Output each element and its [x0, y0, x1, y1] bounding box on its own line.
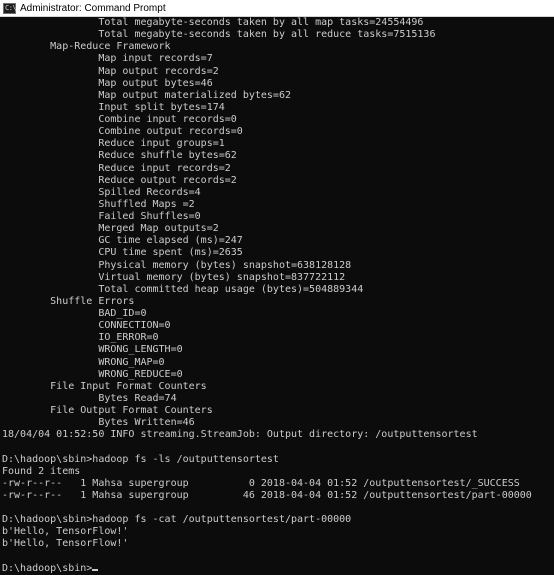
console-line: Input split bytes=174	[2, 101, 225, 113]
console-line: Total committed heap usage (bytes)=50488…	[2, 283, 364, 295]
console-line: Physical memory (bytes) snapshot=6381281…	[2, 259, 352, 271]
console-line: Total megabyte-seconds taken by all redu…	[2, 29, 436, 41]
console-line: CPU time spent (ms)=2635	[2, 247, 243, 259]
console-line: Map-Reduce Framework	[2, 41, 171, 53]
cmd-prompt-icon-glyph: C:\	[5, 4, 17, 12]
console-line: Combine output records=0	[2, 126, 243, 138]
console-line: WRONG_MAP=0	[2, 356, 165, 368]
console-line: Spilled Records=4	[2, 186, 201, 198]
console-line: Shuffle Errors	[2, 295, 135, 307]
console-line: Bytes Written=46	[2, 417, 195, 429]
cmd-prompt-icon: C:\	[3, 3, 17, 14]
console-line: -rw-r--r-- 1 Mahsa supergroup 46 2018-04…	[2, 489, 532, 501]
console-line: Bytes Read=74	[2, 392, 177, 404]
console-line: GC time elapsed (ms)=247	[2, 235, 243, 247]
console-line: WRONG_LENGTH=0	[2, 344, 183, 356]
console-line: -rw-r--r-- 1 Mahsa supergroup 0 2018-04-…	[2, 477, 520, 489]
console-line: 18/04/04 01:52:50 INFO streaming.StreamJ…	[2, 429, 478, 441]
console-line: Reduce input groups=1	[2, 138, 225, 150]
console-line: Map output records=2	[2, 65, 219, 77]
text-cursor	[92, 568, 99, 571]
console-line: Merged Map outputs=2	[2, 223, 219, 235]
console-line: Virtual memory (bytes) snapshot=83772211…	[2, 271, 346, 283]
command-prompt-line[interactable]: D:\hadoop\sbin>	[2, 563, 554, 575]
title-bar[interactable]: C:\ Administrator: Command Prompt	[0, 0, 554, 17]
console-line: Shuffled Maps =2	[2, 198, 195, 210]
console-line: Map output bytes=46	[2, 77, 213, 89]
console-line: Reduce output records=2	[2, 174, 237, 186]
console-line: b'Hello, TensorFlow!'	[2, 526, 129, 538]
console-line: Reduce shuffle bytes=62	[2, 150, 237, 162]
console-line: D:\hadoop\sbin>hadoop fs -cat /outputten…	[2, 514, 352, 526]
console-line: WRONG_REDUCE=0	[2, 368, 183, 380]
console-line: Map output materialized bytes=62	[2, 89, 291, 101]
console-line: CONNECTION=0	[2, 320, 171, 332]
console-line: Combine input records=0	[2, 114, 237, 125]
console-line: Map input records=7	[2, 53, 213, 65]
console-line: D:\hadoop\sbin>hadoop fs -ls /outputtens…	[2, 453, 279, 465]
console-line: b'Hello, TensorFlow!'	[2, 538, 129, 550]
console-lines: Total megabyte-seconds taken by all map …	[0, 17, 554, 575]
console-line: Total megabyte-seconds taken by all map …	[2, 17, 424, 28]
console-line: BAD_ID=0	[2, 308, 147, 319]
console-output[interactable]: Total megabyte-seconds taken by all map …	[0, 17, 554, 575]
command-prompt-window: C:\ Administrator: Command Prompt Total …	[0, 0, 554, 575]
window-title: Administrator: Command Prompt	[20, 3, 166, 14]
console-line: File Output Format Counters	[2, 405, 213, 416]
console-line: Found 2 items	[2, 465, 81, 477]
console-line: Failed Shuffles=0	[2, 211, 201, 222]
console-line: IO_ERROR=0	[2, 332, 159, 344]
console-line: Reduce input records=2	[2, 162, 231, 174]
console-line: File Input Format Counters	[2, 380, 207, 392]
